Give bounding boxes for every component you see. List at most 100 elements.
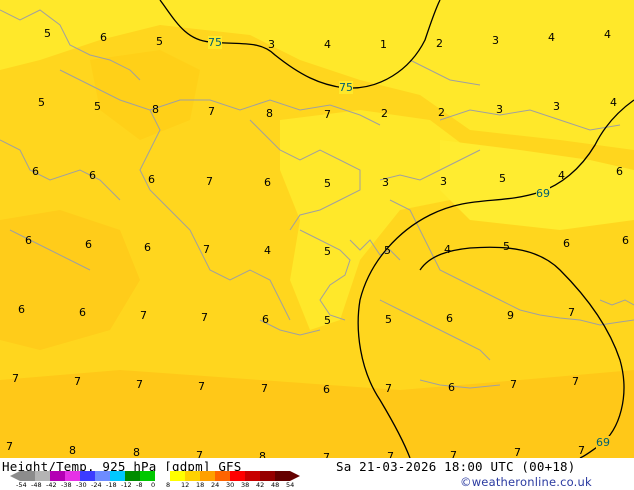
legend-swatch — [125, 471, 140, 481]
legend-tick: 0 — [151, 481, 156, 489]
legend-swatch — [170, 471, 185, 481]
temperature-value: 4 — [548, 31, 555, 44]
temperature-value: 7 — [196, 449, 203, 458]
temperature-value: 7 — [323, 451, 330, 458]
legend-swatch — [200, 471, 215, 481]
legend-swatch — [110, 471, 125, 481]
temperature-value: 8 — [266, 107, 273, 120]
weather-map: 75 75 69 69 5653412344558787223346667653… — [0, 0, 634, 458]
temperature-value: 7 — [568, 306, 575, 319]
temperature-value: 5 — [324, 177, 331, 190]
temperature-value: 5 — [94, 100, 101, 113]
legend-tick: -30 — [76, 481, 87, 489]
legend-left-arrow — [10, 471, 20, 481]
contour-label-75-center: 75 — [339, 81, 353, 94]
legend-swatch — [275, 471, 290, 481]
temperature-value: 5 — [324, 245, 331, 258]
temperature-value: 7 — [387, 450, 394, 458]
legend-tick: 12 — [181, 481, 190, 489]
temperature-value: 4 — [604, 28, 611, 41]
temperature-value: 6 — [264, 176, 271, 189]
temperature-value: 3 — [492, 34, 499, 47]
legend-tick: -12 — [121, 481, 132, 489]
temperature-value: 6 — [144, 241, 151, 254]
legend-tick: 54 — [286, 481, 295, 489]
legend-tick: -38 — [61, 481, 72, 489]
legend-tick: -42 — [46, 481, 57, 489]
temperature-value: 7 — [198, 380, 205, 393]
temperature-value: 5 — [384, 244, 391, 257]
temperature-value: 7 — [206, 175, 213, 188]
temperature-value: 7 — [385, 382, 392, 395]
legend-tick: 42 — [256, 481, 265, 489]
temperature-value: 6 — [563, 237, 570, 250]
temperature-value: 4 — [264, 244, 271, 257]
credit: ©weatheronline.co.uk — [460, 475, 592, 489]
temperature-value: 4 — [558, 169, 565, 182]
temperature-value: 4 — [444, 243, 451, 256]
temperature-value: 7 — [572, 375, 579, 388]
temperature-value: 6 — [100, 31, 107, 44]
temperature-value: 3 — [496, 103, 503, 116]
temperature-value: 6 — [89, 169, 96, 182]
temperature-value: 6 — [622, 234, 629, 247]
temperature-value: 6 — [262, 313, 269, 326]
legend-swatch — [245, 471, 260, 481]
temperature-value: 6 — [85, 238, 92, 251]
temperature-value: 7 — [136, 378, 143, 391]
map-canvas — [0, 0, 634, 458]
legend-tick: -48 — [31, 481, 42, 489]
legend-swatch — [260, 471, 275, 481]
contour-label-75-north: 75 — [208, 36, 222, 49]
legend-tick: -8 — [136, 481, 143, 489]
temperature-value: 7 — [12, 372, 19, 385]
temperature-value: 7 — [324, 108, 331, 121]
temperature-value: 3 — [440, 175, 447, 188]
temperature-value: 9 — [507, 309, 514, 322]
temperature-value: 5 — [499, 172, 506, 185]
temperature-value: 7 — [203, 243, 210, 256]
legend-ticks: -54 -48 -42 -38 -30 -24 -18 -12 -8 0 8 12 18 24 30 38 42… — [16, 481, 302, 490]
legend-tick: 38 — [241, 481, 250, 489]
contour-label-69-south: 69 — [596, 436, 610, 449]
temperature-value: 5 — [156, 35, 163, 48]
legend-swatch — [35, 471, 50, 481]
temperature-value: 6 — [323, 383, 330, 396]
temperature-value: 5 — [385, 313, 392, 326]
contour-label-69-east: 69 — [536, 187, 550, 200]
temperature-value: 6 — [616, 165, 623, 178]
valid-time: Sa 21-03-2026 18:00 UTC (00+18) — [336, 459, 576, 474]
temperature-value: 6 — [148, 173, 155, 186]
temperature-value: 4 — [324, 38, 331, 51]
temperature-value: 6 — [446, 312, 453, 325]
temperature-value: 5 — [324, 314, 331, 327]
legend-right-arrow — [290, 471, 300, 481]
legend-tick: 18 — [196, 481, 205, 489]
temperature-value: 6 — [32, 165, 39, 178]
temperature-value: 4 — [610, 96, 617, 109]
temperature-value: 7 — [74, 375, 81, 388]
temperature-value: 3 — [268, 38, 275, 51]
legend-tick: -24 — [91, 481, 102, 489]
temperature-value: 3 — [382, 176, 389, 189]
temperature-value: 8 — [69, 444, 76, 457]
temperature-value: 6 — [448, 381, 455, 394]
legend-swatch — [50, 471, 65, 481]
temperature-value: 6 — [25, 234, 32, 247]
temperature-value: 7 — [578, 444, 585, 457]
temperature-value: 2 — [438, 106, 445, 119]
temperature-value: 6 — [79, 306, 86, 319]
temperature-value: 7 — [450, 449, 457, 458]
legend-tick: 8 — [166, 481, 171, 489]
legend-tick: -54 — [16, 481, 27, 489]
temperature-value: 7 — [261, 382, 268, 395]
map-footer: Height/Temp. 925 hPa [gdpm] GFS Sa 21-03… — [0, 458, 634, 490]
temperature-value: 7 — [140, 309, 147, 322]
legend-tick: 48 — [271, 481, 280, 489]
legend-tick: 30 — [226, 481, 235, 489]
temperature-value: 1 — [380, 38, 387, 51]
temperature-value: 8 — [259, 450, 266, 458]
legend-swatch — [155, 471, 170, 481]
temperature-value: 7 — [514, 446, 521, 458]
legend-swatch — [65, 471, 80, 481]
